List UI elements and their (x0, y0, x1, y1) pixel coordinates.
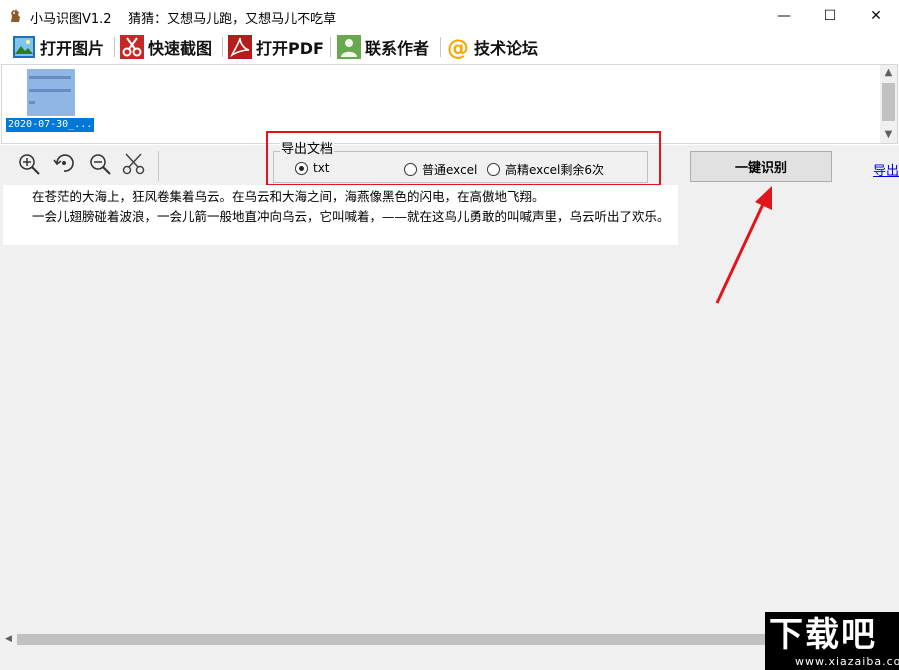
open-image-button[interactable]: 打开图片 (12, 33, 104, 61)
contact-author-button[interactable]: 联系作者 (337, 33, 429, 61)
radio-normal-excel-label: 普通excel (422, 163, 478, 177)
tool-divider (158, 151, 159, 181)
toolbar-divider (114, 37, 115, 57)
picture-icon (13, 36, 35, 58)
scroll-down-arrow[interactable]: ▼ (880, 127, 897, 143)
zoom-out-icon[interactable] (87, 151, 113, 177)
scroll-left-arrow[interactable]: ◀ (0, 631, 17, 648)
close-button[interactable]: ✕ (853, 0, 899, 31)
export-group-title: 导出文档 (280, 142, 335, 157)
tech-forum-button[interactable]: @ 技术论坛 (446, 33, 538, 61)
export-link[interactable]: 导出 (873, 160, 899, 179)
open-pdf-button[interactable]: 打开PDF (228, 33, 324, 61)
svg-text:@: @ (447, 36, 469, 59)
scrollbar-thumb[interactable] (882, 83, 895, 121)
hscroll-thumb[interactable] (17, 634, 765, 645)
scissors-icon (120, 35, 144, 59)
pdf-icon (228, 35, 252, 59)
thumbnail-text-line (29, 76, 71, 79)
thumbnail-list[interactable]: 2020-07-30_... ▲ ▼ (1, 64, 898, 144)
horizontal-scrollbar[interactable]: ◀ (0, 631, 765, 648)
recognized-text-output[interactable]: 在苍茫的大海上，狂风卷集着乌云。在乌云和大海之间，海燕像黑色的闪电，在高傲地飞翔… (3, 185, 678, 245)
scroll-up-arrow[interactable]: ▲ (880, 65, 897, 81)
radio-txt-label: txt (313, 161, 330, 175)
quick-screenshot-label: 快速截图 (148, 39, 213, 58)
title-bar: 小马识图V1.2 猜猜：又想马儿跑，又想马儿不吃草 — ☐ ✕ (0, 0, 899, 31)
toolbar-divider (222, 37, 223, 57)
open-image-label: 打开图片 (40, 39, 105, 58)
at-icon: @ (447, 36, 469, 59)
site-watermark: 下载吧 www.xiazaiba.com (765, 612, 899, 670)
thumbnail-text-line (29, 89, 71, 92)
status-bar (0, 648, 765, 670)
rotate-icon[interactable] (51, 151, 77, 177)
radio-txt[interactable]: txt (295, 161, 330, 175)
quick-screenshot-button[interactable]: 快速截图 (120, 33, 212, 61)
thumbnail-image[interactable] (27, 69, 75, 116)
radio-normal-excel[interactable]: 普通excel (404, 161, 477, 178)
contact-icon (337, 35, 361, 59)
radio-hd-excel[interactable]: 高精excel剩余6次 (487, 161, 604, 178)
watermark-logo-text: 下载吧 (769, 615, 877, 655)
radio-circle[interactable] (487, 163, 500, 176)
watermark-url: www.xiazaiba.com (795, 655, 899, 668)
thumbnail-caption[interactable]: 2020-07-30_... (6, 118, 95, 132)
toolbar-divider (330, 37, 331, 57)
window-subtitle: 猜猜：又想马儿跑，又想马儿不吃草 (128, 12, 337, 27)
minimize-button[interactable]: — (761, 0, 807, 31)
horse-app-icon (11, 9, 20, 22)
radio-circle-selected[interactable] (295, 161, 308, 175)
open-pdf-label: 打开PDF (256, 39, 324, 58)
output-line: 一会儿翅膀碰着波浪，一会儿箭一般地直冲向乌云，它叫喊着，——就在这鸟儿勇敢的叫喊… (32, 209, 670, 224)
output-line: 在苍茫的大海上，狂风卷集着乌云。在乌云和大海之间，海燕像黑色的闪电，在高傲地飞翔… (32, 189, 545, 204)
recognize-button[interactable]: 一键识别 (690, 151, 832, 182)
thumbnail-scrollbar[interactable]: ▲ ▼ (880, 65, 897, 143)
crop-scissors-icon[interactable] (121, 151, 147, 177)
toolbar-divider (440, 37, 441, 57)
window-title: 小马识图V1.2 猜猜：又想马儿跑，又想马儿不吃草 (30, 12, 337, 27)
radio-hd-excel-label: 高精excel剩余6次 (505, 163, 605, 177)
zoom-in-icon[interactable] (16, 151, 42, 177)
main-toolbar: 打开图片 快速截图 打开PDF 联系作者 @ 技术论坛 (0, 31, 899, 63)
maximize-button[interactable]: ☐ (807, 0, 853, 31)
thumbnail-text-line (29, 101, 35, 104)
contact-author-label: 联系作者 (365, 39, 430, 58)
radio-circle[interactable] (404, 163, 417, 176)
tech-forum-label: 技术论坛 (474, 39, 539, 58)
